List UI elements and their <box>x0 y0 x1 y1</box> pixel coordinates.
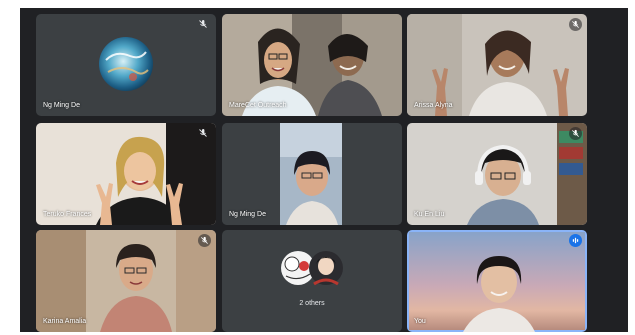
mic-off-icon <box>198 128 208 138</box>
participant-tile-you[interactable]: You <box>407 230 587 332</box>
participant-tile-ku-en-liu[interactable]: Ku En Liu <box>407 123 587 225</box>
mic-off-icon <box>569 127 582 140</box>
mic-off-icon <box>198 19 208 29</box>
participant-name: Ku En Liu <box>414 211 445 218</box>
audio-level-icon <box>569 234 582 247</box>
self-video <box>409 232 585 332</box>
participant-name: Teruko Frances <box>43 211 92 218</box>
mic-off-icon <box>198 234 211 247</box>
participant-name: MareCet Outreach <box>229 102 287 109</box>
participant-name: Ng Ming De <box>229 211 266 218</box>
participant-tile-ng-ming-de[interactable]: Ng Ming De <box>222 123 402 225</box>
participant-tile-teruko-frances[interactable]: Teruko Frances <box>36 123 216 225</box>
participant-tile-others[interactable]: 2 others <box>222 230 402 332</box>
participant-tile-karina-amalia[interactable]: Karina Amalia <box>36 230 216 332</box>
mic-off-icon <box>569 18 582 31</box>
participant-tile-marecet-outreach[interactable]: MareCet Outreach <box>222 14 402 116</box>
participant-tile-arissa-alyna[interactable]: Arissa Alyna <box>407 14 587 116</box>
participant-name: Ng Ming De <box>43 102 80 109</box>
participant-name: Arissa Alyna <box>414 102 453 109</box>
participant-name: You <box>414 318 426 325</box>
others-avatars <box>281 251 343 286</box>
participant-tile-ng-ming-de-avatar[interactable]: Ng Ming De <box>36 14 216 116</box>
others-count: 2 others <box>299 300 325 307</box>
meet-window: Ng Ming De MareCet Outreach Arissa Alyna… <box>0 0 635 335</box>
participant-name: Karina Amalia <box>43 318 87 325</box>
